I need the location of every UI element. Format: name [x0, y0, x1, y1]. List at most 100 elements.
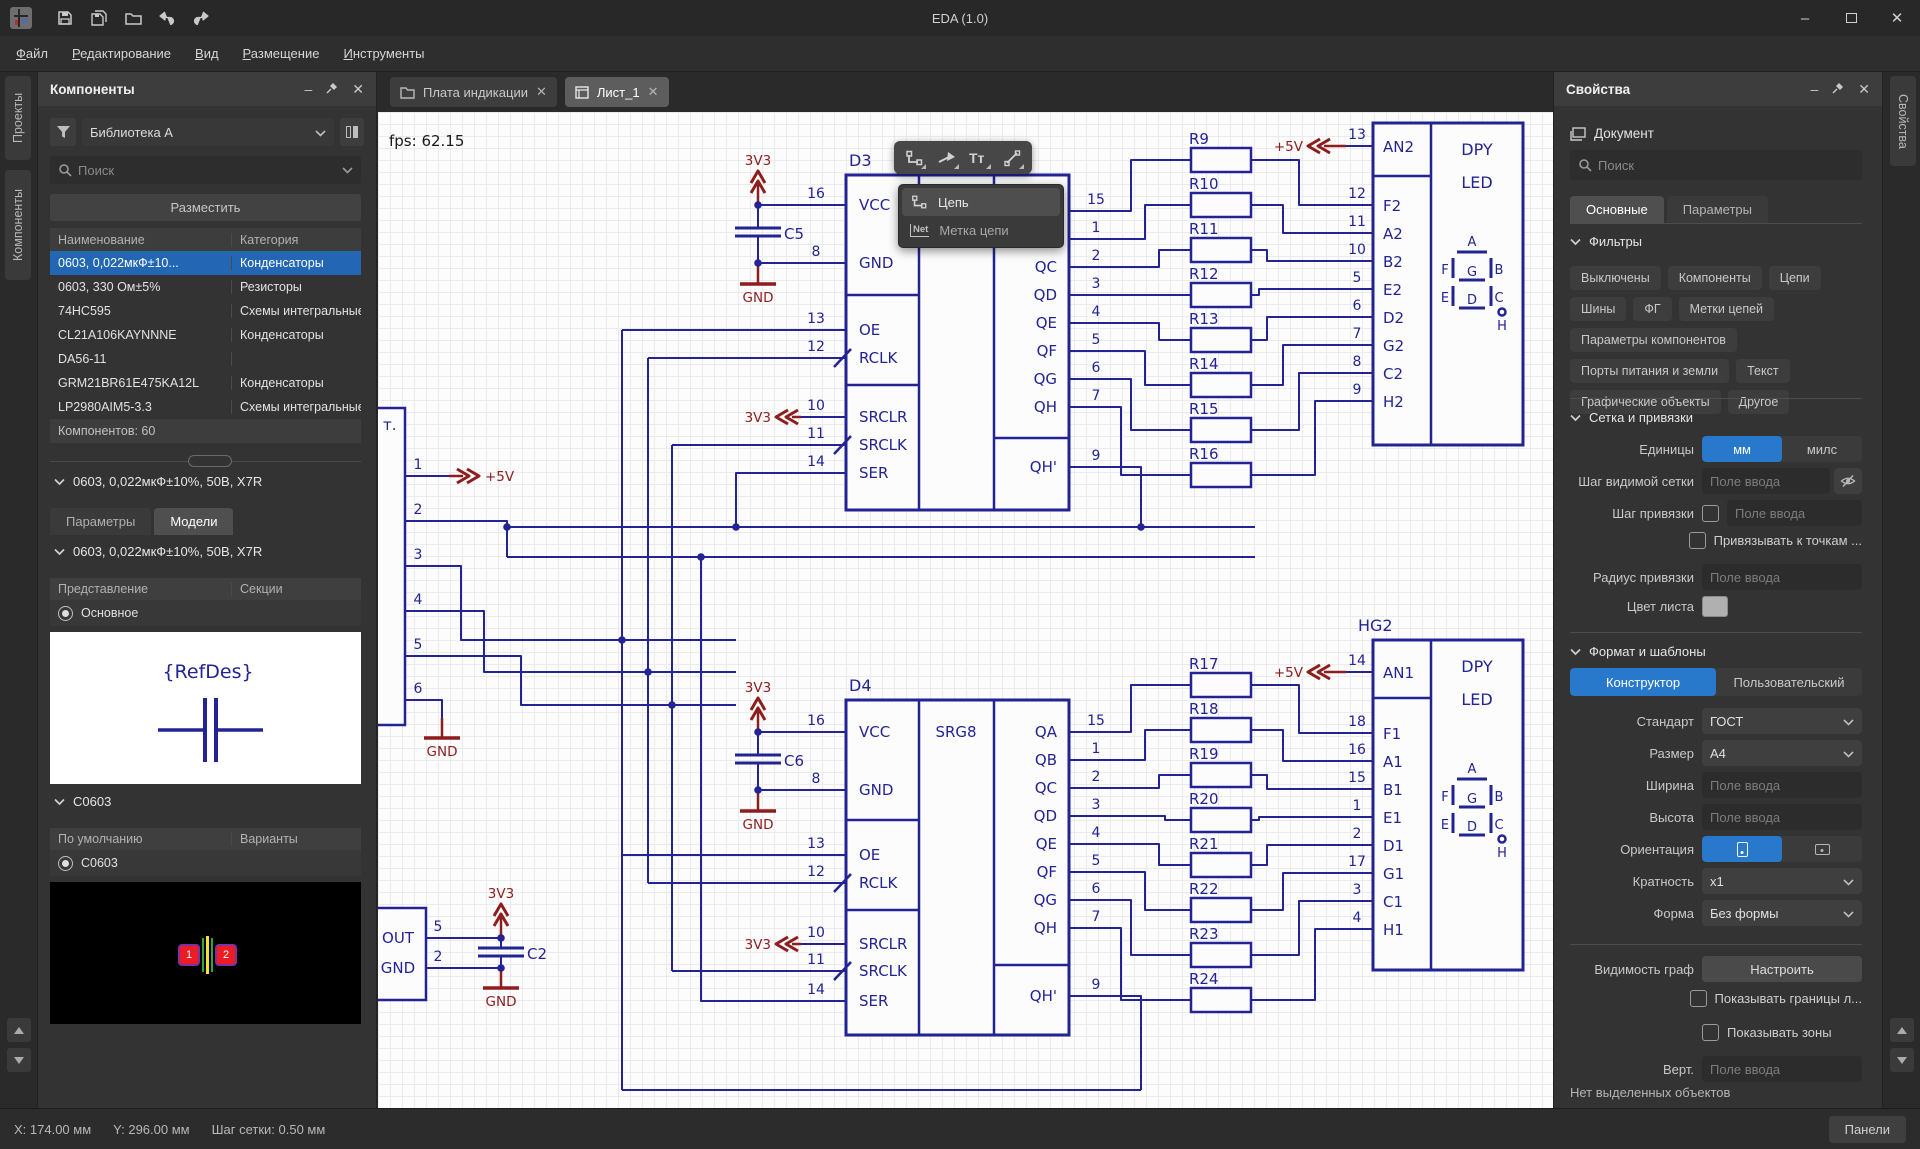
- tab-main[interactable]: Основные: [1570, 196, 1664, 223]
- format-mode-toggle[interactable]: Конструктор Пользовательский: [1570, 668, 1862, 696]
- shape-select[interactable]: Без формы: [1702, 900, 1862, 926]
- sidebar-tab-properties[interactable]: Свойства: [1890, 76, 1916, 166]
- column-header-variants[interactable]: Варианты: [232, 832, 361, 846]
- column-header-category[interactable]: Категория: [232, 233, 361, 247]
- menu-edit[interactable]: Редактирование: [62, 41, 181, 66]
- scroll-up-button[interactable]: [7, 1018, 31, 1042]
- table-row[interactable]: DA56-11: [50, 347, 361, 371]
- table-row[interactable]: 74HC595Схемы интегральные: [50, 299, 361, 323]
- orientation-toggle[interactable]: [1702, 836, 1862, 862]
- visible-grid-input-wrap[interactable]: [1702, 468, 1830, 494]
- format-section-header[interactable]: Формат и шаблоны: [1570, 644, 1862, 659]
- height-input[interactable]: [1710, 810, 1854, 825]
- filter-chip[interactable]: Текст: [1736, 359, 1789, 383]
- filter-chip[interactable]: Выключены: [1570, 266, 1661, 290]
- column-header-name[interactable]: Наименование: [50, 233, 232, 247]
- table-row[interactable]: 0603, 330 Ом±5%Резисторы: [50, 275, 361, 299]
- table-row[interactable]: LP2980AIM5-3.3Схемы интегральные: [50, 395, 361, 419]
- tab-sheet[interactable]: Лист_1 ✕: [565, 77, 669, 107]
- tab-board[interactable]: Плата индикации ✕: [390, 77, 557, 107]
- units-toggle[interactable]: мм милс: [1702, 436, 1862, 462]
- filter-chip[interactable]: Метки цепей: [1679, 297, 1774, 321]
- filter-chip[interactable]: Параметры компонентов: [1570, 328, 1737, 352]
- close-button[interactable]: ✕: [1874, 0, 1920, 36]
- show-borders-checkbox[interactable]: [1690, 990, 1707, 1007]
- panel-minimize-icon[interactable]: –: [304, 81, 312, 97]
- units-mils[interactable]: милс: [1782, 436, 1862, 462]
- mode-constructor[interactable]: Конструктор: [1570, 668, 1716, 696]
- height-input-wrap[interactable]: [1702, 804, 1862, 830]
- filter-chip[interactable]: Цепи: [1769, 266, 1821, 290]
- open-folder-icon[interactable]: [120, 5, 146, 31]
- orientation-portrait[interactable]: [1702, 836, 1782, 862]
- place-button[interactable]: Разместить: [50, 194, 361, 221]
- radio-selected-icon[interactable]: [58, 606, 73, 621]
- scroll-up-button[interactable]: [1890, 1018, 1914, 1042]
- panel-pin-icon[interactable]: [1832, 81, 1844, 97]
- panels-button[interactable]: Панели: [1829, 1116, 1906, 1143]
- representation-row[interactable]: Основное: [50, 600, 361, 626]
- sidebar-tab-projects[interactable]: Проекты: [5, 76, 31, 160]
- scroll-down-button[interactable]: [7, 1048, 31, 1072]
- snap-points-checkbox[interactable]: [1689, 532, 1706, 549]
- column-header-representation[interactable]: Представление: [50, 582, 232, 596]
- properties-search-input[interactable]: [1598, 158, 1854, 173]
- filter-chip[interactable]: Шины: [1570, 297, 1626, 321]
- properties-search[interactable]: [1570, 150, 1862, 180]
- footprint-section-header[interactable]: C0603: [54, 794, 111, 809]
- grid-visibility-button[interactable]: [1834, 468, 1862, 494]
- size-select[interactable]: A4: [1702, 740, 1862, 766]
- save-all-icon[interactable]: [86, 5, 112, 31]
- snap-step-input-wrap[interactable]: [1727, 500, 1862, 526]
- configure-button[interactable]: Настроить: [1702, 956, 1862, 982]
- tab-close-icon[interactable]: ✕: [536, 84, 547, 100]
- table-row[interactable]: CL21A106KAYNNNEКонденсаторы: [50, 323, 361, 347]
- multiplicity-select[interactable]: x1: [1702, 868, 1862, 894]
- chevron-down-icon[interactable]: [342, 161, 353, 179]
- line-tool-button[interactable]: [998, 144, 1026, 171]
- undo-icon[interactable]: [154, 5, 180, 31]
- visible-grid-input[interactable]: [1710, 474, 1822, 489]
- menu-view[interactable]: Вид: [185, 41, 229, 66]
- mode-custom[interactable]: Пользовательский: [1716, 668, 1862, 696]
- variant-row[interactable]: C0603: [50, 850, 361, 876]
- table-row[interactable]: 0603, 0,022мкФ±10...Конденсаторы: [50, 251, 361, 275]
- panel-minimize-icon[interactable]: –: [1810, 81, 1818, 97]
- panel-pin-icon[interactable]: [326, 81, 338, 97]
- vert-input-wrap[interactable]: [1702, 1056, 1862, 1082]
- snap-step-input[interactable]: [1735, 506, 1854, 521]
- sidebar-tab-components[interactable]: Компоненты: [5, 170, 31, 280]
- menu-tools[interactable]: Инструменты: [333, 41, 434, 66]
- width-input-wrap[interactable]: [1702, 772, 1862, 798]
- model-section-header[interactable]: 0603, 0,022мкФ±10%, 50В, X7R: [54, 544, 262, 559]
- snap-step-checkbox[interactable]: [1702, 505, 1719, 522]
- tab-models[interactable]: Модели: [154, 508, 233, 535]
- tab-parameters[interactable]: Параметры: [50, 508, 151, 535]
- sheet-color-swatch[interactable]: [1702, 596, 1728, 617]
- column-header-sections[interactable]: Секции: [232, 582, 361, 596]
- search-input[interactable]: [78, 163, 336, 178]
- radio-selected-icon[interactable]: [58, 856, 73, 871]
- vert-input[interactable]: [1710, 1062, 1854, 1077]
- orientation-landscape[interactable]: [1782, 836, 1862, 862]
- preview-layout-toggle[interactable]: [340, 118, 364, 146]
- library-select[interactable]: Библиотека А: [82, 118, 334, 146]
- menu-file[interactable]: Файл: [6, 41, 58, 66]
- snap-radius-input[interactable]: [1710, 570, 1854, 585]
- panel-close-icon[interactable]: ✕: [1858, 81, 1870, 98]
- menu-item-net[interactable]: Цепь: [902, 188, 1060, 216]
- menu-item-net-label-tool[interactable]: Net Метка цепи: [902, 216, 1060, 244]
- table-row[interactable]: GRM21BR61E475KA12LКонденсаторы: [50, 371, 361, 395]
- maximize-button[interactable]: [1828, 0, 1874, 36]
- units-mm[interactable]: мм: [1702, 436, 1782, 462]
- library-filter-button[interactable]: [50, 118, 76, 146]
- minimize-button[interactable]: –: [1782, 0, 1828, 36]
- width-input[interactable]: [1710, 778, 1854, 793]
- scroll-down-button[interactable]: [1890, 1048, 1914, 1072]
- redo-icon[interactable]: [188, 5, 214, 31]
- part-section-header[interactable]: 0603, 0,022мкФ±10%, 50В, X7R: [54, 474, 262, 489]
- panel-close-icon[interactable]: ✕: [352, 81, 364, 98]
- save-icon[interactable]: [52, 5, 78, 31]
- components-search[interactable]: [50, 156, 361, 184]
- grid-section-header[interactable]: Сетка и привязки: [1570, 410, 1862, 425]
